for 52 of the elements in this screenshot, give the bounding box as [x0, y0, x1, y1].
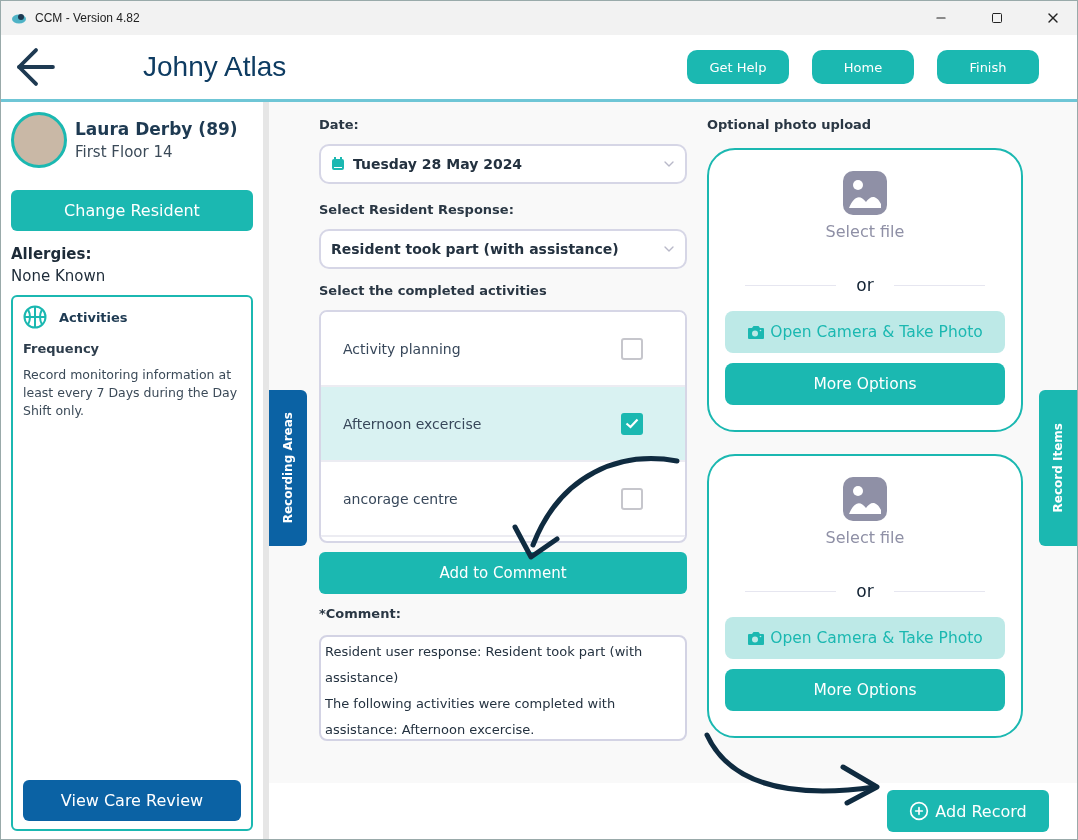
photo-upload-label: Optional photo upload	[707, 117, 873, 132]
checkbox[interactable]	[621, 412, 643, 435]
frequency-text: Record monitoring information at least every 7 Days during the Day Shift only.	[23, 366, 239, 421]
comment-field[interactable]: Resident user response: Resident took part (with assistance) The following activities were completed with assistance: Afternoon excercise.	[319, 635, 687, 741]
recording-areas-tab[interactable]: Recording Areas	[269, 390, 307, 546]
record-items-tab[interactable]: Record Items	[1039, 390, 1077, 546]
checkbox[interactable]	[621, 337, 643, 360]
camera-icon	[747, 630, 766, 646]
date-field[interactable]: Tuesday 28 May 2024	[319, 144, 687, 184]
image-icon	[842, 476, 888, 522]
check-icon	[625, 418, 639, 429]
resident-name: Laura Derby (89)	[75, 119, 238, 139]
select-file-link[interactable]: Select file	[825, 528, 905, 547]
or-text: or	[856, 581, 874, 601]
select-file-link[interactable]: Select file	[825, 222, 905, 241]
avatar-placeholder	[11, 112, 67, 168]
activity-row[interactable]: Afternoon excercise	[321, 387, 685, 462]
response-label: Select Resident Response:	[319, 202, 515, 217]
ball-icon	[23, 305, 47, 329]
comment-label: *Comment:	[319, 606, 402, 621]
activities-label: Select the completed activities	[319, 283, 548, 298]
open-camera-button[interactable]: Open Camera & Take Photo	[725, 311, 1005, 353]
add-to-comment-button[interactable]: Add to Comment	[319, 552, 687, 594]
more-options-button[interactable]: More Options	[725, 669, 1005, 711]
header-button[interactable]: Home	[812, 50, 914, 84]
change-resident-button[interactable]: Change Resident	[11, 190, 253, 231]
app-logo-icon	[11, 11, 27, 25]
activity-label: Afternoon excercise	[343, 415, 483, 432]
camera-icon	[747, 324, 766, 340]
calendar-icon	[331, 157, 345, 171]
image-icon	[842, 170, 888, 216]
activity-row[interactable]: Activity planning	[321, 312, 685, 387]
allergies-label: Allergies:	[11, 245, 93, 263]
window-title: CCM - Version 4.82	[35, 11, 141, 25]
page-title: Johny Atlas	[143, 51, 288, 83]
allergies-value: None Known	[11, 267, 107, 285]
resident-location: First Floor 14	[75, 143, 174, 161]
frequency-label: Frequency	[23, 341, 101, 356]
more-options-button[interactable]: More Options	[725, 363, 1005, 405]
open-camera-button[interactable]: Open Camera & Take Photo	[725, 617, 1005, 659]
activity-label: ancorage centre	[343, 490, 459, 507]
date-label: Date:	[319, 117, 360, 132]
activity-label: Activity planning	[343, 340, 462, 357]
or-text: or	[856, 275, 874, 295]
view-care-review-button[interactable]: View Care Review	[23, 780, 241, 821]
plus-circle-icon	[909, 801, 930, 821]
header-button[interactable]: Get Help	[687, 50, 789, 84]
add-record-button[interactable]: Add Record	[887, 790, 1049, 832]
header-button[interactable]: Finish	[937, 50, 1039, 84]
response-dropdown[interactable]: Resident took part (with assistance)	[319, 229, 687, 269]
care-area-title: Activities	[59, 309, 128, 325]
checkbox[interactable]	[621, 487, 643, 510]
